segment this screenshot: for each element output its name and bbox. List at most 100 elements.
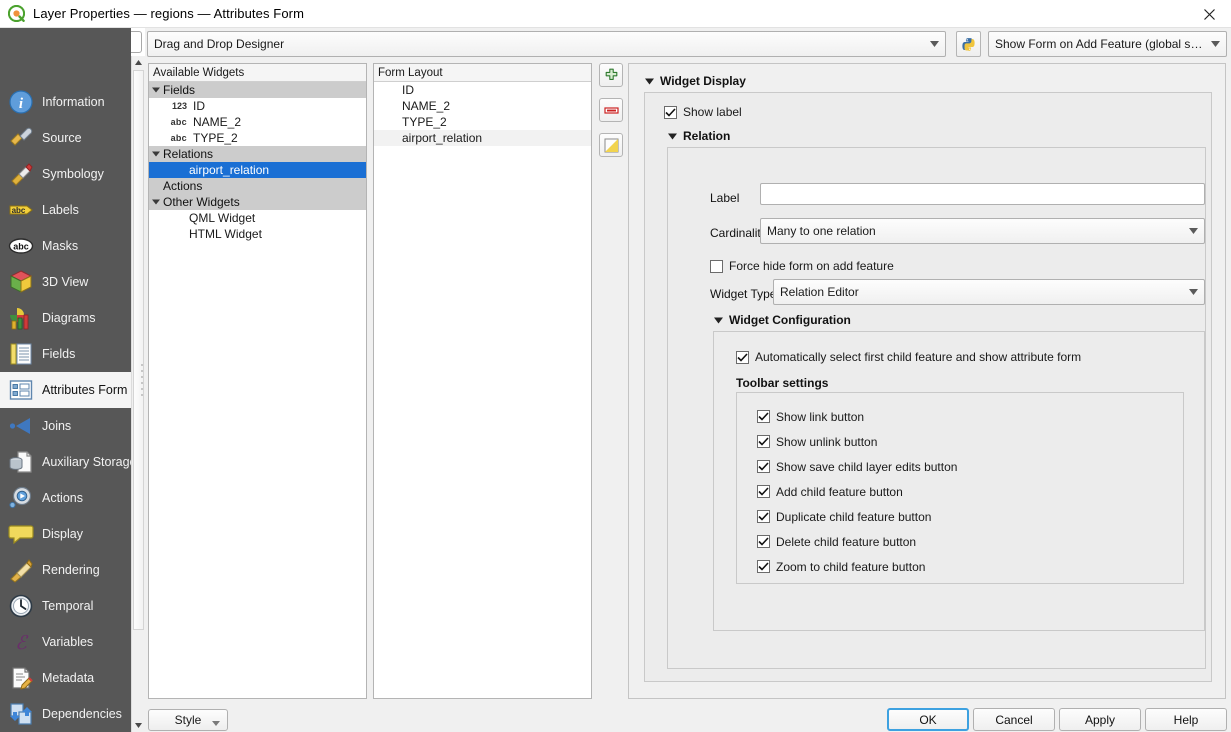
cardinality-combo[interactable]: Many to one relation <box>760 218 1205 244</box>
toolbar-option-show-unlink-button[interactable]: Show unlink button <box>757 429 957 454</box>
tree-item-qml-widget[interactable]: QML Widget <box>149 210 366 226</box>
force-hide-form-checkbox[interactable]: Force hide form on add feature <box>710 259 894 273</box>
layout-tool-buttons <box>599 63 623 168</box>
sidebar-item-labels[interactable]: abcLabels <box>0 192 131 228</box>
tree-item-label: Fields <box>163 83 195 97</box>
auto-select-first-child-text: Automatically select first child feature… <box>755 350 1081 364</box>
widget-configuration-title: Widget Configuration <box>729 313 851 327</box>
relation-section-header[interactable]: Relation <box>664 127 730 145</box>
sidebar-item-rendering[interactable]: Rendering <box>0 552 131 588</box>
sidebar-item-3d-view[interactable]: 3D View <box>0 264 131 300</box>
form-mode-value: Show Form on Add Feature (global setting… <box>995 37 1209 51</box>
toolbar-option-show-link-button[interactable]: Show link button <box>757 404 957 429</box>
sidebar-splitter[interactable] <box>138 56 147 732</box>
cancel-button[interactable]: Cancel <box>973 708 1055 731</box>
close-icon[interactable] <box>1187 0 1231 28</box>
add-container-button[interactable] <box>599 63 623 87</box>
toolbar-option-label: Show save child layer edits button <box>776 460 957 474</box>
tree-item-fields[interactable]: Fields <box>149 82 366 98</box>
checkbox-box <box>757 435 770 448</box>
sidebar-item-auxiliary-storage[interactable]: Auxiliary Storage <box>0 444 131 480</box>
display-icon <box>8 521 34 547</box>
layout-item-id[interactable]: ID <box>374 82 591 98</box>
sidebar-item-dependencies[interactable]: Dependencies <box>0 696 131 732</box>
tree-item-name-2[interactable]: abcNAME_2 <box>149 114 366 130</box>
sidebar-item-diagrams[interactable]: Diagrams <box>0 300 131 336</box>
sidebar-item-actions[interactable]: Actions <box>0 480 131 516</box>
sidebar-item-display[interactable]: Display <box>0 516 131 552</box>
metadata-icon <box>8 665 34 691</box>
toolbar-settings-groupbox: Show link buttonShow unlink button Show s… <box>736 392 1184 584</box>
rendering-icon <box>8 557 34 583</box>
widget-configuration-section-header[interactable]: Widget Configuration <box>710 311 851 329</box>
qgis-logo-icon <box>8 5 25 22</box>
chevron-down-icon <box>1209 38 1222 51</box>
sidebar-item-joins[interactable]: Joins <box>0 408 131 444</box>
window-titlebar: Layer Properties — regions — Attributes … <box>0 0 1231 28</box>
sidebar-item-symbology[interactable]: Symbology <box>0 156 131 192</box>
svg-text:abc: abc <box>13 242 29 252</box>
ok-button[interactable]: OK <box>887 708 969 731</box>
tree-item-airport-relation[interactable]: airport_relation <box>149 162 366 178</box>
tree-item-label: TYPE_2 <box>193 131 238 145</box>
toolbar-option-delete-child-feature-button[interactable]: Delete child feature button <box>757 529 957 554</box>
sidebar-item-fields[interactable]: Fields <box>0 336 131 372</box>
chevron-down-icon <box>928 38 941 51</box>
sidebar-item-masks[interactable]: abcMasks <box>0 228 131 264</box>
apply-button[interactable]: Apply <box>1059 708 1141 731</box>
form-mode-combo[interactable]: Show Form on Add Feature (global setting… <box>988 31 1227 57</box>
sidebar-item-information[interactable]: iInformation <box>0 84 131 120</box>
relation-groupbox: Label Cardinality Many to one relation F… <box>667 147 1206 669</box>
tree-item-label: Other Widgets <box>163 195 240 209</box>
style-button[interactable]: Style <box>148 709 228 731</box>
designer-mode-combo[interactable]: Drag and Drop Designer <box>147 31 946 57</box>
tree-item-type-2[interactable]: abc TYPE_2 <box>149 130 366 146</box>
sidebar-item-temporal[interactable]: Temporal <box>0 588 131 624</box>
toolbar-option-zoom-to-child-feature-button[interactable]: Zoom to child feature button <box>757 554 957 579</box>
tree-indent-spacer <box>149 211 163 225</box>
sidebar-item-metadata[interactable]: Metadata <box>0 660 131 696</box>
tree-item-label: HTML Widget <box>189 227 262 241</box>
tree-item-actions[interactable]: Actions <box>149 178 366 194</box>
sidebar-item-source[interactable]: Source <box>0 120 131 156</box>
sidebar-item-variables[interactable]: ℰVariables <box>0 624 131 660</box>
chevron-down-icon <box>212 715 220 729</box>
widget-type-combo[interactable]: Relation Editor <box>773 279 1205 305</box>
relation-label-input[interactable] <box>760 183 1205 205</box>
sidebar-item-label: Symbology <box>42 167 104 181</box>
tree-item-relations[interactable]: Relations <box>149 146 366 162</box>
remove-item-button[interactable] <box>599 98 623 122</box>
toolbar-option-add-child-feature-button[interactable]: Add child feature button <box>757 479 957 504</box>
tree-item-other-widgets[interactable]: Other Widgets <box>149 194 366 210</box>
toolbar-option-show-save-child-layer-edits-button[interactable]: Show save child layer edits button <box>757 454 957 479</box>
expander-down-icon[interactable] <box>149 195 163 209</box>
layout-item-label: ID <box>402 83 414 97</box>
help-button[interactable]: Help <box>1145 708 1227 731</box>
tree-item-label: Actions <box>163 179 202 193</box>
checkbox-box <box>757 510 770 523</box>
tree-item-html-widget[interactable]: HTML Widget <box>149 226 366 242</box>
field-type-abc-icon: abc <box>163 133 187 143</box>
show-label-checkbox[interactable]: Show label <box>664 105 742 119</box>
available-widgets-tree[interactable]: Fields123IDabcNAME_2abc TYPE_2Relationsai… <box>149 82 366 242</box>
toolbar-option-duplicate-child-feature-button[interactable]: Duplicate child feature button <box>757 504 957 529</box>
expander-down-icon[interactable] <box>149 83 163 97</box>
sidebar-item-attributes-form[interactable]: Attributes Form <box>0 372 131 408</box>
invert-selection-button[interactable] <box>599 133 623 157</box>
labels-icon: abc <box>8 197 34 223</box>
form-layout-tree[interactable]: IDNAME_2TYPE_2airport_relation <box>374 82 591 146</box>
sidebar-item-label: Variables <box>42 635 93 649</box>
layout-item-airport-relation[interactable]: airport_relation <box>374 130 591 146</box>
sidebar-item-list: iInformationSourceSymbologyabcLabelsabcM… <box>0 84 131 732</box>
expander-down-icon[interactable] <box>149 147 163 161</box>
widget-display-section-header[interactable]: Widget Display <box>641 72 746 90</box>
layout-item-type-2[interactable]: TYPE_2 <box>374 114 591 130</box>
auxiliary-storage-icon <box>8 449 34 475</box>
auto-select-first-child-checkbox[interactable]: Automatically select first child feature… <box>736 350 1081 364</box>
ok-button-label: OK <box>919 713 936 727</box>
tree-item-label: QML Widget <box>189 211 255 225</box>
layout-item-name-2[interactable]: NAME_2 <box>374 98 591 114</box>
python-icon[interactable] <box>956 31 981 57</box>
tree-item-id[interactable]: 123ID <box>149 98 366 114</box>
sidebar-item-label: Source <box>42 131 82 145</box>
